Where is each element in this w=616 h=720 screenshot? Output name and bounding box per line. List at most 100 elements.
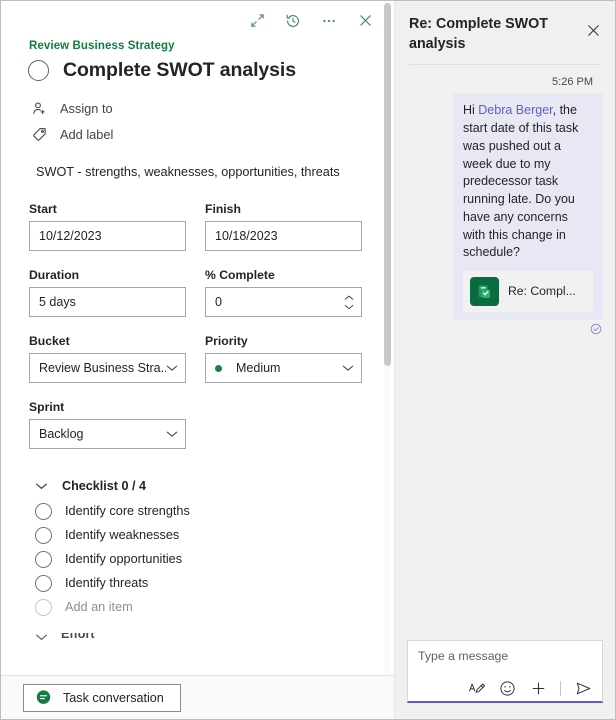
- chat-message-list: 5:26 PM Hi Debra Berger, the start date …: [395, 65, 615, 640]
- message-bubble[interactable]: Hi Debra Berger, the start date of this …: [453, 93, 603, 320]
- chevron-down-icon: [166, 364, 178, 372]
- checklist-add-checkbox: [35, 599, 52, 616]
- add-label-button[interactable]: Add label: [30, 121, 180, 147]
- assign-to-label: Assign to: [60, 101, 113, 116]
- checklist-heading: Checklist 0 / 4: [62, 479, 146, 493]
- effort-label: Effort: [61, 633, 95, 641]
- percent-complete-value: 0: [215, 295, 222, 309]
- bucket-label: Bucket: [29, 334, 186, 348]
- task-conversation-button[interactable]: Task conversation: [23, 684, 181, 712]
- history-icon[interactable]: [282, 10, 304, 32]
- checklist-section: Checklist 0 / 4 Identify core strengths …: [1, 479, 394, 619]
- task-notes[interactable]: SWOT - strengths, weaknesses, opportunit…: [36, 165, 394, 179]
- add-label-label: Add label: [60, 127, 113, 142]
- task-title-row: Complete SWOT analysis: [28, 59, 394, 82]
- start-value: 10/12/2023: [39, 229, 102, 243]
- chevron-up-icon: [344, 295, 354, 301]
- checklist-toggle[interactable]: Checklist 0 / 4: [35, 479, 394, 493]
- message-mention[interactable]: Debra Berger: [478, 103, 552, 117]
- attachment-name: Re: Compl...: [508, 283, 576, 300]
- close-icon[interactable]: [354, 10, 376, 32]
- tag-icon: [30, 125, 48, 143]
- chevron-down-icon: [35, 633, 48, 641]
- finish-value: 10/18/2023: [215, 229, 278, 243]
- chevron-down-icon: [344, 304, 354, 310]
- more-options-icon[interactable]: [318, 10, 340, 32]
- checklist-item-checkbox[interactable]: [35, 503, 52, 520]
- chevron-down-icon: [342, 364, 354, 372]
- task-footer: Task conversation: [1, 675, 394, 719]
- format-text-icon[interactable]: [467, 679, 485, 697]
- effort-section-header[interactable]: Effort: [35, 633, 394, 641]
- message-attachment[interactable]: Re: Compl...: [463, 271, 593, 312]
- bucket-dropdown[interactable]: Review Business Stra...: [29, 353, 186, 383]
- sprint-label: Sprint: [29, 400, 186, 414]
- send-icon[interactable]: [574, 679, 592, 697]
- task-scroll-region: Review Business Strategy Complete SWOT a…: [1, 1, 394, 675]
- checklist-item[interactable]: Identify core strengths: [35, 499, 394, 523]
- chevron-down-icon: [35, 482, 48, 490]
- checklist-item-checkbox[interactable]: [35, 551, 52, 568]
- chat-bubble-icon: [35, 689, 52, 706]
- task-scrollbar-thumb[interactable]: [384, 3, 391, 366]
- read-receipt-icon: [407, 320, 603, 335]
- checklist-item-label: Identify core strengths: [65, 504, 190, 518]
- checklist-add-item[interactable]: Add an item: [35, 595, 394, 619]
- message-timestamp: 5:26 PM: [407, 76, 593, 88]
- composer-divider: [560, 681, 561, 696]
- close-icon[interactable]: [581, 18, 605, 42]
- finish-label: Finish: [205, 202, 362, 216]
- bucket-value: Review Business Stra...: [39, 361, 166, 375]
- task-header-toolbar: [1, 1, 394, 31]
- assign-to-button[interactable]: Assign to: [30, 95, 180, 121]
- percent-complete-input[interactable]: 0: [205, 287, 362, 317]
- duration-input[interactable]: 5 days: [29, 287, 186, 317]
- finish-input[interactable]: 10/18/2023: [205, 221, 362, 251]
- checklist-item[interactable]: Identify weaknesses: [35, 523, 394, 547]
- task-conversation-pane: Re: Complete SWOT analysis 5:26 PM Hi De…: [395, 1, 615, 719]
- chat-header: Re: Complete SWOT analysis: [395, 1, 615, 54]
- priority-dropdown[interactable]: Medium: [205, 353, 362, 383]
- emoji-icon[interactable]: [498, 679, 516, 697]
- message-input-placeholder[interactable]: Type a message: [418, 649, 594, 663]
- priority-value: Medium: [236, 361, 280, 375]
- task-complete-checkbox[interactable]: [28, 60, 49, 81]
- planner-icon: [470, 277, 499, 306]
- priority-label: Priority: [205, 334, 362, 348]
- add-attachment-icon[interactable]: [529, 679, 547, 697]
- duration-label: Duration: [29, 268, 186, 282]
- duration-value: 5 days: [39, 295, 76, 309]
- start-field: Start 10/12/2023: [29, 202, 186, 251]
- task-conversation-label: Task conversation: [63, 691, 164, 705]
- message-row: Hi Debra Berger, the start date of this …: [407, 93, 603, 320]
- checklist-item-checkbox[interactable]: [35, 575, 52, 592]
- start-label: Start: [29, 202, 186, 216]
- task-scrollbar[interactable]: [384, 1, 391, 675]
- start-input[interactable]: 10/12/2023: [29, 221, 186, 251]
- planner-glyph: [476, 283, 494, 301]
- duration-field: Duration 5 days: [29, 268, 186, 317]
- sprint-dropdown[interactable]: Backlog: [29, 419, 186, 449]
- checklist-item-label: Identify opportunities: [65, 552, 182, 566]
- checklist-item[interactable]: Identify opportunities: [35, 547, 394, 571]
- checklist-item-checkbox[interactable]: [35, 527, 52, 544]
- sprint-field: Sprint Backlog: [29, 400, 186, 449]
- finish-field: Finish 10/18/2023: [205, 202, 362, 251]
- task-details-pane: Review Business Strategy Complete SWOT a…: [1, 1, 395, 719]
- percent-complete-stepper[interactable]: [344, 295, 354, 310]
- message-body: , the start date of this task was pushed…: [463, 103, 578, 259]
- priority-field: Priority Medium: [205, 334, 362, 383]
- message-greeting: Hi: [463, 103, 478, 117]
- breadcrumb[interactable]: Review Business Strategy: [29, 40, 394, 52]
- checklist-item[interactable]: Identify threats: [35, 571, 394, 595]
- percent-complete-label: % Complete: [205, 268, 362, 282]
- expand-icon[interactable]: [246, 10, 268, 32]
- composer-toolbar: [418, 679, 594, 697]
- percent-complete-field: % Complete 0: [205, 268, 362, 317]
- sprint-value: Backlog: [39, 427, 83, 441]
- task-fields-grid: Start 10/12/2023 Finish 10/18/2023 Durat…: [1, 202, 394, 466]
- composer-area: Type a message: [395, 640, 615, 719]
- chevron-down-icon: [166, 430, 178, 438]
- chat-title: Re: Complete SWOT analysis: [409, 14, 575, 54]
- message-composer[interactable]: Type a message: [407, 640, 603, 703]
